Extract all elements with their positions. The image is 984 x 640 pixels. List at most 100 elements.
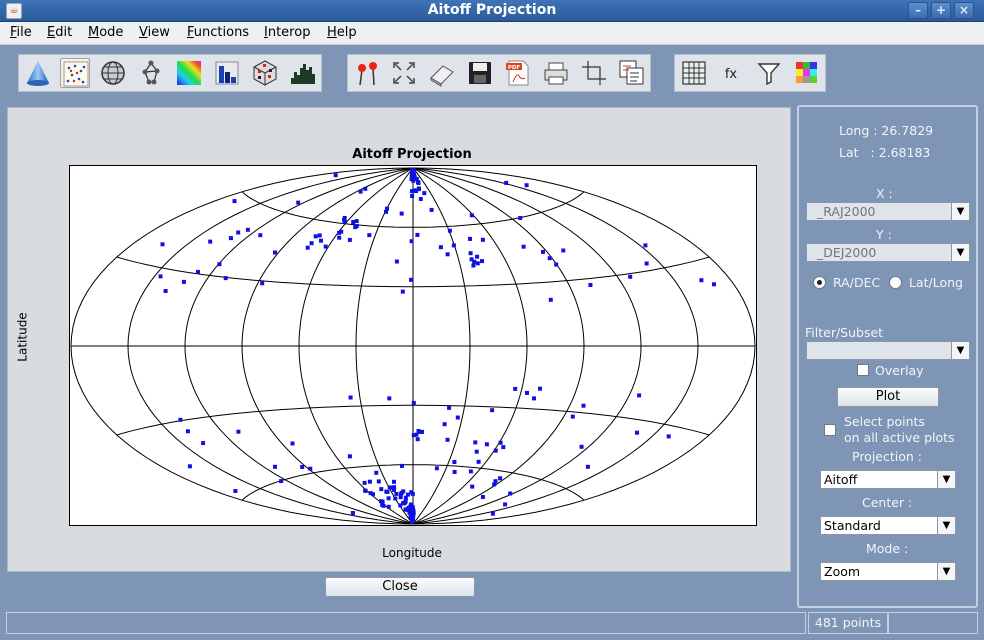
data-point — [228, 236, 233, 241]
latlong-radio[interactable] — [889, 276, 902, 289]
data-point — [347, 454, 352, 459]
eraser-icon[interactable] — [427, 58, 457, 88]
x-column-select[interactable]: _RAJ2000 ▼ — [806, 202, 970, 221]
status-message-area — [6, 612, 806, 634]
menu-interop[interactable]: Interop — [264, 25, 310, 40]
data-point — [342, 219, 347, 224]
copy-icon[interactable] — [617, 58, 647, 88]
menu-functions[interactable]: Functions — [187, 25, 249, 40]
crop-icon[interactable] — [579, 58, 609, 88]
radec-radio-label: RA/DEC — [833, 275, 881, 290]
filter-subset-select[interactable]: ▼ — [806, 341, 970, 360]
pdf-icon[interactable]: PDF — [503, 58, 533, 88]
data-point — [386, 504, 391, 509]
close-window-icon[interactable]: × — [954, 2, 974, 19]
svg-text:PDF: PDF — [508, 65, 521, 71]
fit-zoom-icon[interactable] — [389, 58, 419, 88]
data-point — [380, 502, 385, 507]
mode-select[interactable]: Zoom ▼ — [820, 562, 956, 581]
projection-select[interactable]: Aitoff ▼ — [820, 470, 956, 489]
data-point — [196, 269, 200, 274]
aitoff-plot-canvas[interactable] — [69, 165, 757, 526]
mode-label: Mode : — [866, 541, 909, 556]
pushpin-icon[interactable] — [352, 58, 382, 88]
data-point — [422, 191, 427, 196]
cube-icon[interactable] — [250, 58, 280, 88]
data-point — [223, 276, 228, 281]
maximize-icon[interactable]: + — [931, 2, 951, 19]
save-icon[interactable] — [465, 58, 495, 88]
data-point — [471, 263, 476, 268]
toolbar-group-plot-types — [18, 54, 322, 92]
menu-mode[interactable]: Mode — [88, 25, 123, 40]
data-point — [498, 440, 503, 445]
data-point — [473, 440, 478, 445]
color-map-icon[interactable] — [174, 58, 204, 88]
fx-icon[interactable]: fx — [716, 58, 746, 88]
chevron-down-icon[interactable]: ▼ — [951, 203, 969, 220]
select-points-checkbox[interactable] — [824, 424, 836, 436]
data-point — [455, 415, 460, 420]
chevron-down-icon[interactable]: ▼ — [937, 471, 955, 488]
data-point — [504, 180, 509, 185]
network-icon[interactable] — [136, 58, 166, 88]
table-icon[interactable] — [679, 58, 709, 88]
center-select[interactable]: Standard ▼ — [820, 516, 956, 535]
data-point — [525, 390, 529, 395]
longitude-value: 26.7829 — [881, 123, 934, 138]
data-point — [400, 463, 404, 468]
data-point — [475, 261, 480, 266]
minimize-icon[interactable]: – — [908, 2, 928, 19]
data-point — [354, 224, 359, 228]
data-point — [469, 213, 474, 218]
plot-button[interactable]: Plot — [837, 387, 939, 407]
data-point — [385, 489, 390, 494]
chevron-down-icon[interactable]: ▼ — [951, 244, 969, 261]
data-point — [416, 186, 421, 191]
chevron-down-icon[interactable]: ▼ — [937, 563, 955, 580]
data-point — [400, 289, 405, 294]
menu-file[interactable]: File — [10, 25, 32, 40]
y-column-select[interactable]: _DEJ2000 ▼ — [806, 243, 970, 262]
globe-icon[interactable] — [98, 58, 128, 88]
data-point — [317, 233, 322, 238]
data-point — [468, 469, 473, 474]
longitude-readout: Long : 26.7829 — [839, 123, 934, 138]
overlay-checkbox[interactable] — [857, 364, 869, 376]
bar-chart-icon[interactable] — [212, 58, 242, 88]
data-point — [416, 429, 421, 433]
cone-icon[interactable] — [23, 58, 53, 88]
data-point — [337, 235, 342, 240]
select-points-label-1: Select points — [844, 414, 925, 429]
chevron-down-icon[interactable]: ▼ — [937, 517, 955, 534]
chevron-down-icon[interactable]: ▼ — [951, 342, 969, 359]
data-point — [538, 386, 542, 391]
close-button[interactable]: Close — [325, 577, 475, 597]
menu-view[interactable]: View — [139, 25, 170, 40]
data-point — [493, 448, 498, 453]
scatter-plot-icon[interactable] — [60, 58, 90, 88]
point-count: 481 points — [808, 612, 888, 634]
menu-edit[interactable]: Edit — [47, 25, 72, 40]
y-label: Y : — [876, 227, 892, 242]
status-bar: 481 points — [0, 610, 984, 640]
svg-text:fx: fx — [725, 67, 738, 82]
data-point — [384, 209, 388, 214]
data-point — [399, 211, 404, 216]
overlay-label: Overlay — [875, 363, 924, 378]
print-icon[interactable] — [541, 58, 571, 88]
data-point — [323, 244, 328, 249]
data-point — [561, 248, 566, 253]
data-point — [447, 228, 452, 233]
toolbar-group-actions: PDF — [347, 54, 651, 92]
menu-help[interactable]: Help — [327, 25, 357, 40]
data-point — [409, 507, 414, 512]
palette-icon[interactable] — [792, 58, 822, 88]
data-point — [644, 261, 649, 266]
histogram-icon[interactable] — [288, 58, 318, 88]
data-point — [236, 230, 241, 235]
filter-icon[interactable] — [754, 58, 784, 88]
data-point — [376, 479, 381, 484]
data-point — [411, 168, 416, 172]
radec-radio[interactable] — [813, 276, 826, 289]
